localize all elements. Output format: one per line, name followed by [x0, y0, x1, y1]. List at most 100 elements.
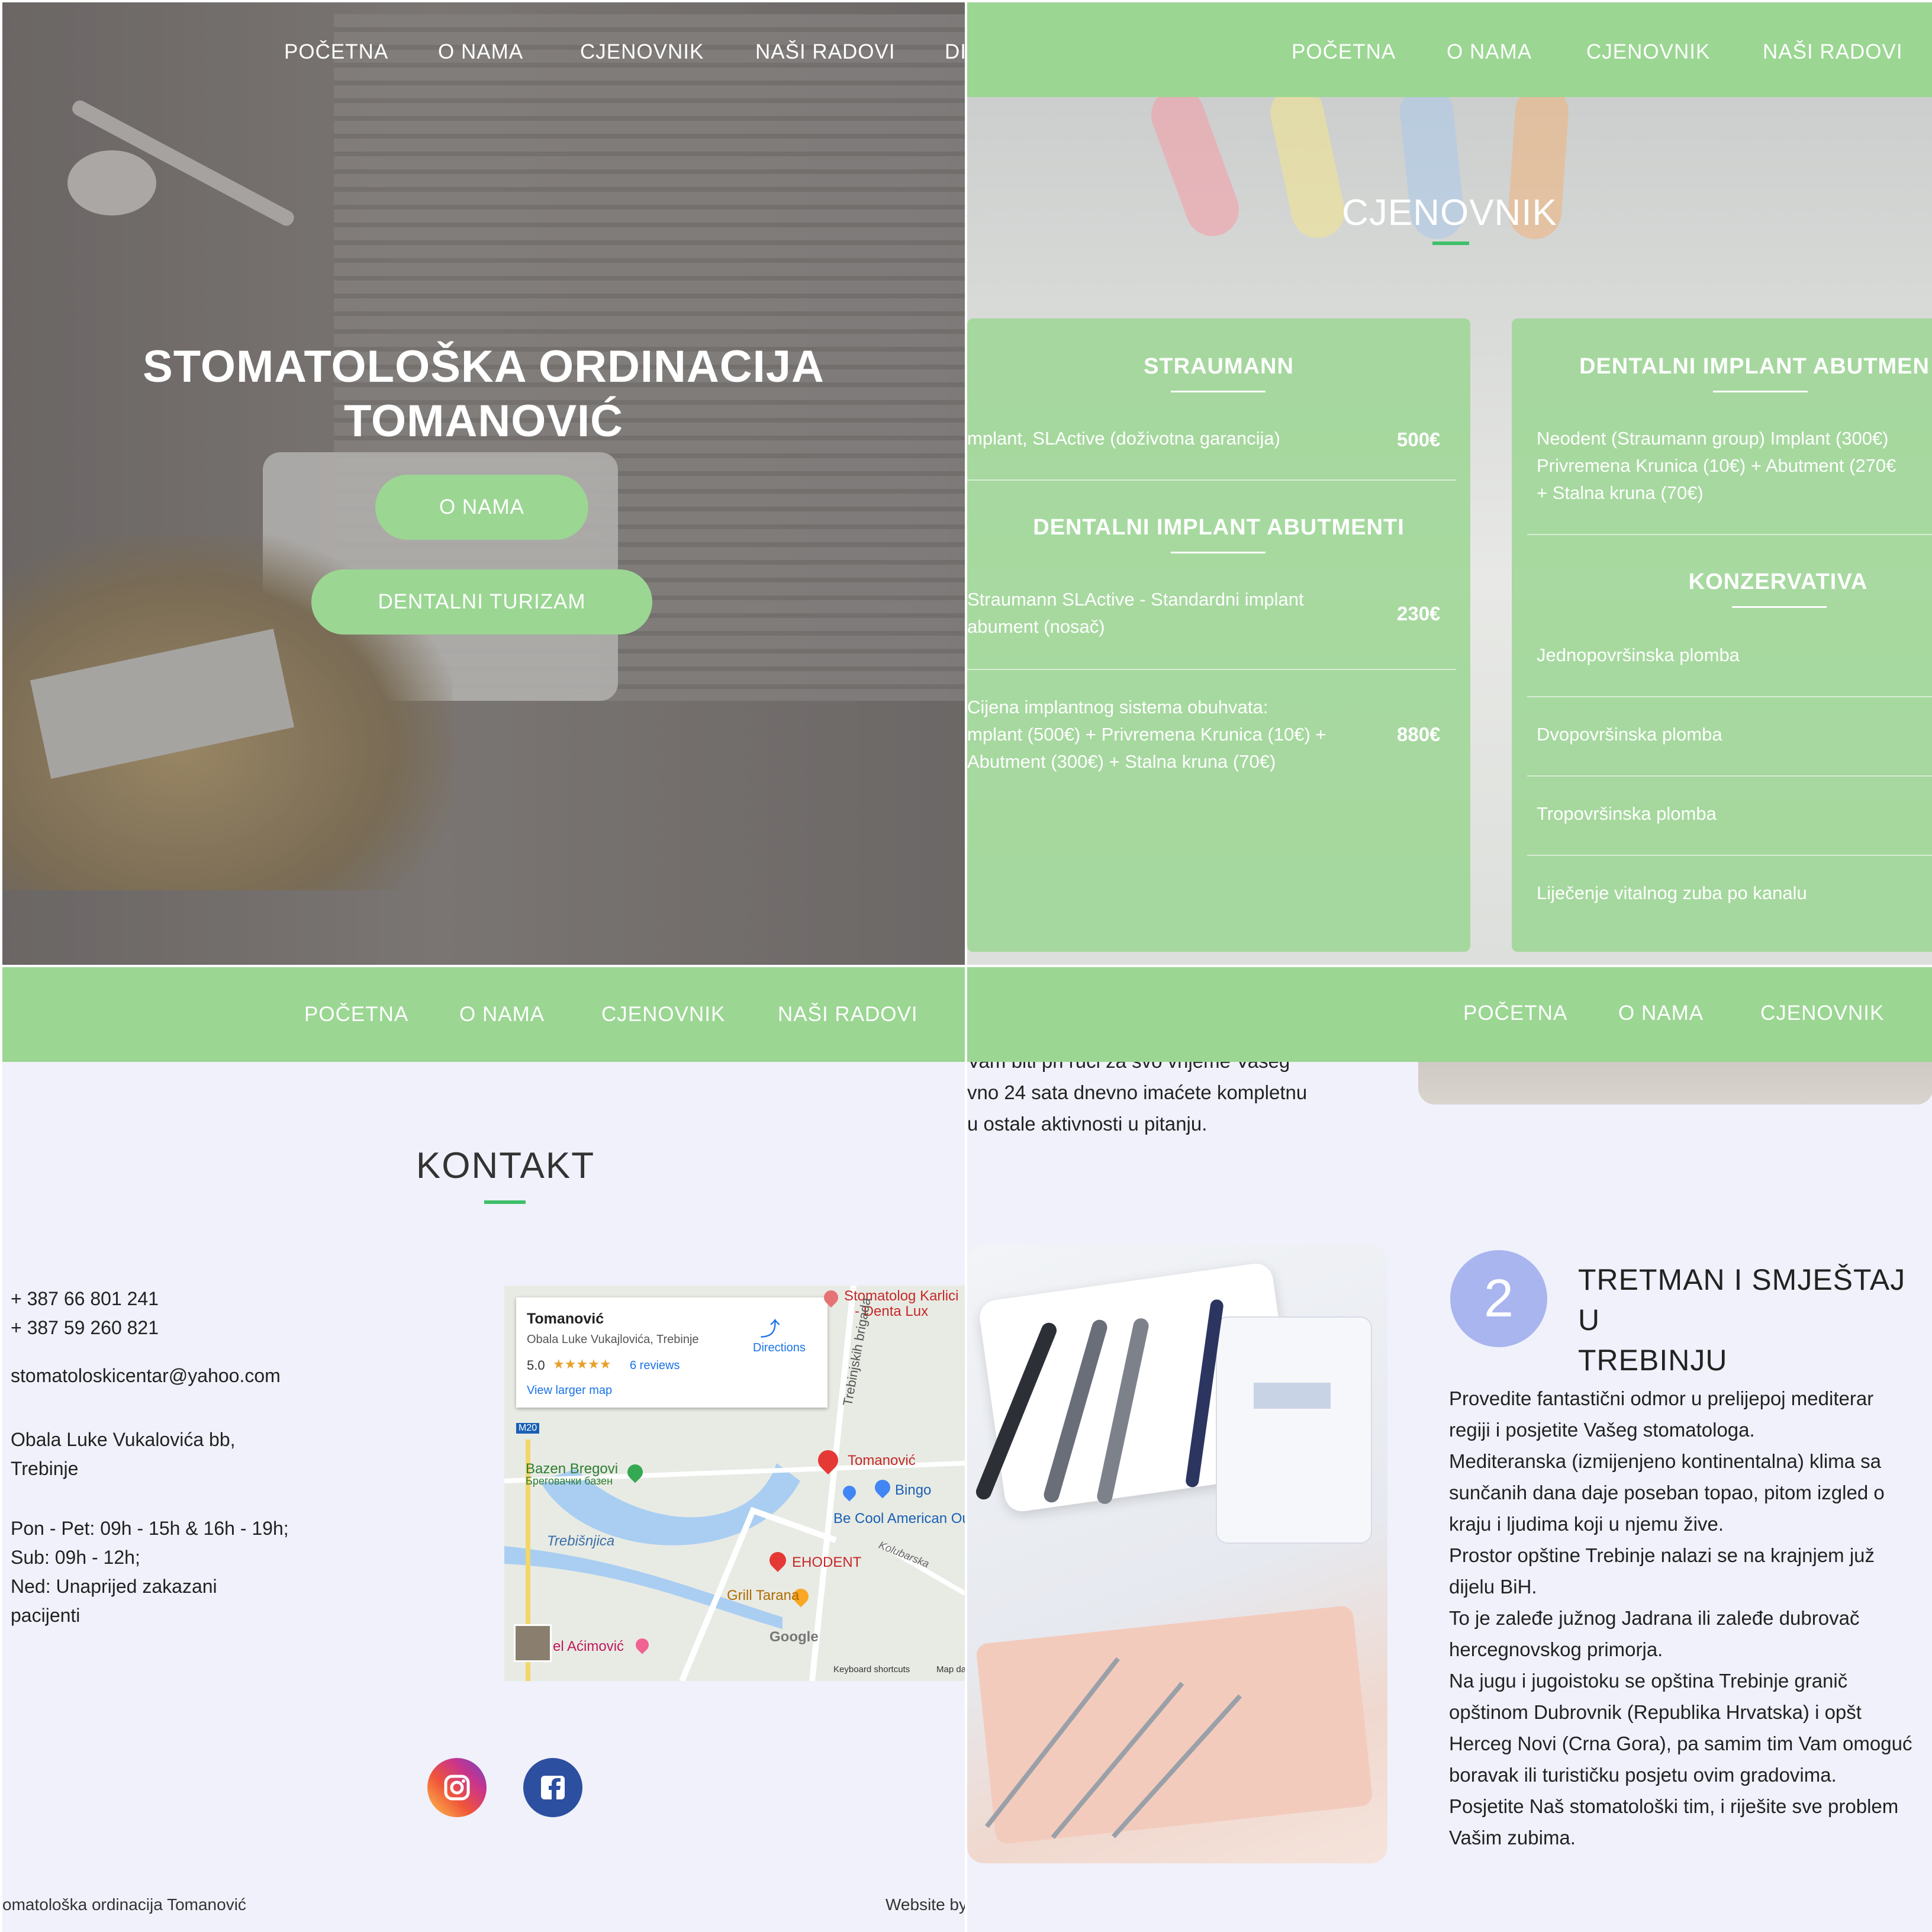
sticky-nav: POČETNA O NAMA CJENOVNIK NAŠI RADOVI	[2, 967, 965, 1062]
instagram-icon[interactable]	[427, 1758, 487, 1817]
map-place-card: Tomanović Obala Luke Vukajlovića, Trebin…	[516, 1297, 827, 1408]
konzervativa-underline	[1732, 606, 1827, 608]
dental-tourism-button[interactable]: DENTALNI TURIZAM	[311, 569, 652, 635]
konzervativa-item: Dvopovršinska plomba	[1537, 724, 1722, 745]
map-place-address: Obala Luke Vukajlovića, Trebinje	[527, 1333, 699, 1346]
hero-title-line2: TOMANOVIĆ	[343, 396, 624, 446]
phone-numbers: + 387 66 801 241 + 387 59 260 821	[11, 1284, 159, 1342]
nav-cjenovnik[interactable]: CJENOVNIK	[601, 1003, 725, 1026]
map-directions-link[interactable]: Directions	[753, 1341, 806, 1355]
price-row-separator	[967, 669, 1456, 670]
facebook-icon[interactable]	[523, 1758, 582, 1817]
tourism-section: Vam biti pri ruci za svo vrijeme Vašeg v…	[967, 967, 1932, 1932]
hero-title-line1: STOMATOLOŠKA ORDINACIJA	[143, 342, 825, 392]
nav-pocetna[interactable]: POČETNA	[1463, 1002, 1567, 1025]
map-label-bazen-cyr: Бреговачки базен	[526, 1475, 613, 1487]
email-link[interactable]: stomatoloskicentar@yahoo.com	[11, 1361, 281, 1390]
nav-cjenovnik[interactable]: CJENOVNIK	[580, 40, 704, 64]
nav-pocetna[interactable]: POČETNA	[284, 40, 388, 64]
map-label-ehodent: EHODENT	[792, 1554, 862, 1570]
price-value: 230€	[1397, 603, 1441, 624]
abutmenti-underline	[1171, 552, 1266, 553]
map-rating: 5.0	[527, 1358, 545, 1373]
map-place-name: Tomanović	[527, 1310, 604, 1327]
nav-o-nama[interactable]: O NAMA	[1447, 40, 1532, 64]
konzervativa-item: Jednopovršinska plomba	[1537, 645, 1740, 665]
map-data-credit: Map da	[936, 1664, 965, 1675]
nav-nasi-radovi[interactable]: NAŠI RADOVI	[1763, 40, 1903, 64]
map-reviews-link[interactable]: 6 reviews	[630, 1359, 680, 1373]
map-label-grill: Grill Tarana	[727, 1588, 800, 1603]
directions-icon[interactable]: ⤴	[760, 1313, 780, 1342]
dental-instruments-photo	[967, 1245, 1387, 1863]
konzervativa-item: Tropovršinska plomba	[1537, 803, 1717, 824]
google-map[interactable]: Tomanović Obala Luke Vukajlovića, Trebin…	[504, 1286, 965, 1681]
nav-cjenovnik[interactable]: CJENOVNIK	[1760, 1002, 1884, 1025]
price-row-separator	[1527, 775, 1932, 777]
control-panel	[1216, 1316, 1372, 1544]
panel-display	[1254, 1383, 1331, 1409]
instagram-glyph	[444, 1775, 470, 1801]
pricing-title: CJENOVNIK	[1342, 192, 1557, 233]
about-button[interactable]: O NAMA	[375, 475, 588, 540]
price-row-text: Cijena implantnog sistema obuhvata: mpla…	[967, 697, 1326, 772]
map-larger-link[interactable]: View larger map	[527, 1384, 612, 1398]
konzervativa-item: Liječenje vitalnog zuba po kanalu	[1537, 883, 1807, 903]
map-label-bingo: Bingo	[895, 1482, 932, 1498]
sticky-nav: POČETNA O NAMA CJENOVNIK NAŠI RADOVI	[967, 2, 1932, 97]
nav-o-nama[interactable]: O NAMA	[459, 1003, 545, 1026]
price-row-text: mplant, SLActive (doživotna garancija)	[967, 428, 1280, 449]
nav-cjenovnik[interactable]: CJENOVNIK	[1586, 40, 1710, 64]
map-label-tomanovic: Tomanović	[848, 1453, 916, 1469]
price-card-right: DENTALNI IMPLANT ABUTMEN Neodent (Straum…	[1512, 318, 1932, 952]
dental-implant-underline	[1713, 391, 1808, 392]
footer-copyright: omatološka ordinacija Tomanović	[2, 1895, 246, 1914]
map-label-m20: M20	[516, 1423, 540, 1434]
map-label-river: Trebišnjica	[547, 1533, 615, 1549]
satellite-toggle[interactable]	[514, 1624, 552, 1662]
phone-1[interactable]: + 387 66 801 241	[11, 1288, 159, 1309]
step-number-badge: 2	[1450, 1250, 1547, 1347]
dental-implant-title: DENTALNI IMPLANT ABUTMEN	[1579, 354, 1930, 379]
price-row-text: Straumann SLActive - Standardni implant …	[967, 589, 1304, 637]
straumann-title: STRAUMANN	[1144, 354, 1294, 379]
nav-pocetna[interactable]: POČETNA	[1292, 40, 1396, 64]
price-row-separator	[1527, 534, 1932, 535]
working-hours: Pon - Pet: 09h - 15h & 16h - 19h; Sub: 0…	[11, 1518, 289, 1626]
facebook-glyph	[541, 1776, 565, 1799]
instrument-tray-photo	[975, 1605, 1374, 1845]
abutmenti-title: DENTALNI IMPLANT ABUTMENTI	[1033, 515, 1405, 540]
price-value: 880€	[1397, 723, 1441, 745]
price-row-separator	[967, 479, 1456, 481]
nav-nasi-radovi[interactable]: NAŠI RADOVI	[778, 1003, 918, 1026]
pricing-section: POČETNA O NAMA CJENOVNIK NAŠI RADOVI CJE…	[967, 2, 1932, 965]
footer-credit[interactable]: Website by	[886, 1895, 965, 1914]
contact-section: POČETNA O NAMA CJENOVNIK NAŠI RADOVI KON…	[2, 967, 965, 1932]
map-stars: ★★★★★	[553, 1357, 611, 1371]
price-row-separator	[1527, 696, 1932, 697]
nav-pocetna[interactable]: POČETNA	[304, 1003, 408, 1026]
price-row-text: Neodent (Straumann group) Implant (300€)…	[1537, 428, 1896, 503]
nav-dentalni-turizam[interactable]: DI	[945, 40, 965, 64]
nav-o-nama[interactable]: O NAMA	[438, 40, 523, 64]
map-keyboard-shortcuts[interactable]: Keyboard shortcuts	[833, 1664, 910, 1675]
address: Obala Luke Vukalovića bb, Trebinje	[11, 1429, 236, 1479]
google-logo: Google	[769, 1629, 819, 1645]
price-value: 500€	[1397, 429, 1441, 450]
hero-section: POČETNA O NAMA CJENOVNIK NAŠI RADOVI DI …	[2, 2, 965, 965]
phone-2[interactable]: + 387 59 260 821	[11, 1317, 159, 1338]
step-title: TRETMAN I SMJEŠTAJ U TREBINJU	[1578, 1263, 1906, 1377]
map-label-becool: Be Cool American Ou	[833, 1511, 965, 1527]
price-row-separator	[1527, 855, 1932, 856]
sticky-nav: POČETNA O NAMA CJENOVNIK	[967, 967, 1932, 1062]
nav-nasi-radovi[interactable]: NAŠI RADOVI	[755, 40, 896, 64]
straumann-underline	[1171, 391, 1266, 392]
hero-title: STOMATOLOŠKA ORDINACIJA TOMANOVIĆ	[2, 340, 965, 449]
pricing-title-underline	[1432, 242, 1469, 245]
map-label-acimovic: el Aćimović	[553, 1638, 624, 1654]
tourism-paragraph: Provedite fantastični odmor u prelijepoj…	[1449, 1387, 1912, 1849]
price-card-left: STRAUMANN mplant, SLActive (doživotna ga…	[967, 318, 1470, 952]
nav-o-nama[interactable]: O NAMA	[1618, 1002, 1704, 1025]
konzervativa-title: KONZERVATIVA	[1688, 569, 1868, 594]
contact-title-underline	[484, 1200, 526, 1204]
